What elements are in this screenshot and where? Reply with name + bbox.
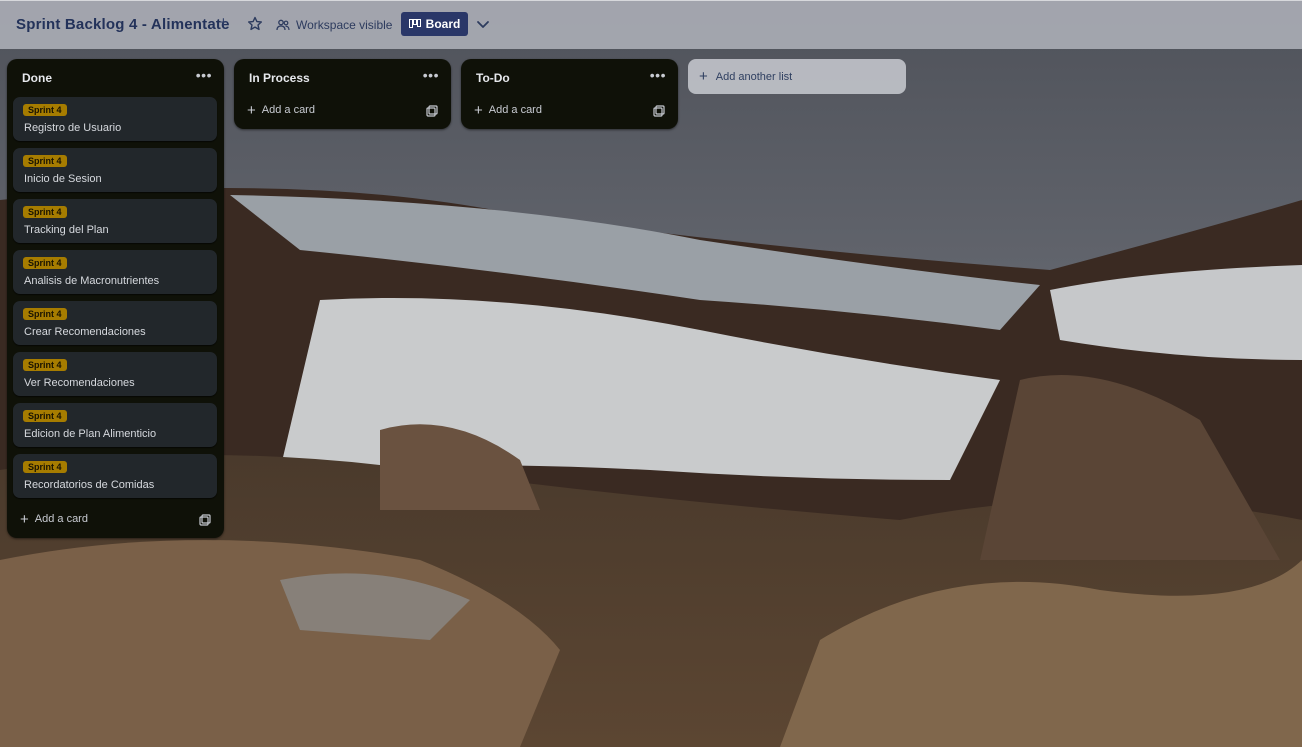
view-switcher-button[interactable] [474, 15, 492, 33]
add-card-button[interactable]: + Add a card [247, 101, 315, 119]
card-title: Crear Recomendaciones [24, 326, 146, 338]
add-list-label: Add another list [715, 70, 793, 83]
add-card-button[interactable]: + Add a card [20, 510, 88, 528]
card-label: Sprint 4 [23, 308, 67, 320]
add-card-label: Add a card [34, 513, 88, 525]
card-title: Recordatorios de Comidas [24, 479, 155, 491]
board-icon [408, 19, 421, 28]
card[interactable]: Sprint 4 Ver Recomendaciones [13, 352, 217, 396]
card[interactable]: Sprint 4 Analisis de Macronutrientes [13, 250, 217, 294]
card-label: Sprint 4 [23, 461, 67, 473]
card-title: Edicion de Plan Alimenticio [24, 428, 157, 440]
list-menu-button[interactable]: ••• [650, 68, 666, 82]
list-menu-button[interactable]: ••• [196, 68, 212, 82]
card-title: Analisis de Macronutrientes [24, 275, 160, 287]
list-to-do: To-Do ••• + Add a card [461, 59, 678, 129]
card-label: Sprint 4 [23, 359, 67, 371]
list-done: Done ••• Sprint 4 Registro de Usuario Sp… [7, 59, 224, 538]
board-header: Sprint Backlog 4 - Alimentate + Workspac… [0, 0, 1302, 49]
board-view-button[interactable]: Board [401, 12, 468, 36]
plus-icon: + [699, 68, 708, 85]
card-title: Ver Recomendaciones [24, 377, 135, 389]
plus-icon: + [247, 101, 256, 119]
card[interactable]: Sprint 4 Inicio de Sesion [13, 148, 217, 192]
card-label: Sprint 4 [23, 206, 67, 218]
card-label: Sprint 4 [23, 104, 67, 116]
add-card-label: Add a card [488, 104, 542, 116]
card[interactable]: Sprint 4 Tracking del Plan [13, 199, 217, 243]
star-button[interactable] [246, 15, 264, 33]
card-template-icon[interactable] [199, 514, 211, 526]
star-icon [248, 16, 262, 31]
list-title[interactable]: To-Do [476, 71, 510, 85]
visibility-button[interactable]: Workspace visible [276, 15, 392, 35]
plus-icon: + [20, 510, 29, 528]
list-menu-button[interactable]: ••• [423, 68, 439, 82]
add-card-label: Add a card [261, 104, 315, 116]
card-title: Registro de Usuario [24, 122, 122, 134]
add-card-button[interactable]: + Add a card [474, 101, 542, 119]
board-title[interactable]: Sprint Backlog 4 - Alimentate [16, 16, 230, 33]
people-icon [276, 19, 290, 31]
list-title[interactable]: Done [22, 71, 52, 85]
card-title: Tracking del Plan [24, 224, 109, 236]
board-view-label: Board [425, 17, 461, 31]
card-template-icon[interactable] [653, 105, 665, 117]
card-title: Inicio de Sesion [24, 173, 102, 185]
card[interactable]: Sprint 4 Edicion de Plan Alimenticio [13, 403, 217, 447]
card-label: Sprint 4 [23, 257, 67, 269]
add-list-button[interactable]: + Add another list [688, 59, 906, 94]
list-title[interactable]: In Process [249, 71, 310, 85]
list-in-process: In Process ••• + Add a card [234, 59, 451, 129]
visibility-label: Workspace visible [296, 18, 393, 32]
card[interactable]: Sprint 4 Recordatorios de Comidas [13, 454, 217, 498]
card[interactable]: Sprint 4 Registro de Usuario [13, 97, 217, 141]
card-label: Sprint 4 [23, 155, 67, 167]
board-title-action[interactable]: + [219, 14, 228, 31]
plus-icon: + [474, 101, 483, 119]
card[interactable]: Sprint 4 Crear Recomendaciones [13, 301, 217, 345]
chevron-down-icon [477, 21, 489, 28]
card-label: Sprint 4 [23, 410, 67, 422]
card-template-icon[interactable] [426, 105, 438, 117]
